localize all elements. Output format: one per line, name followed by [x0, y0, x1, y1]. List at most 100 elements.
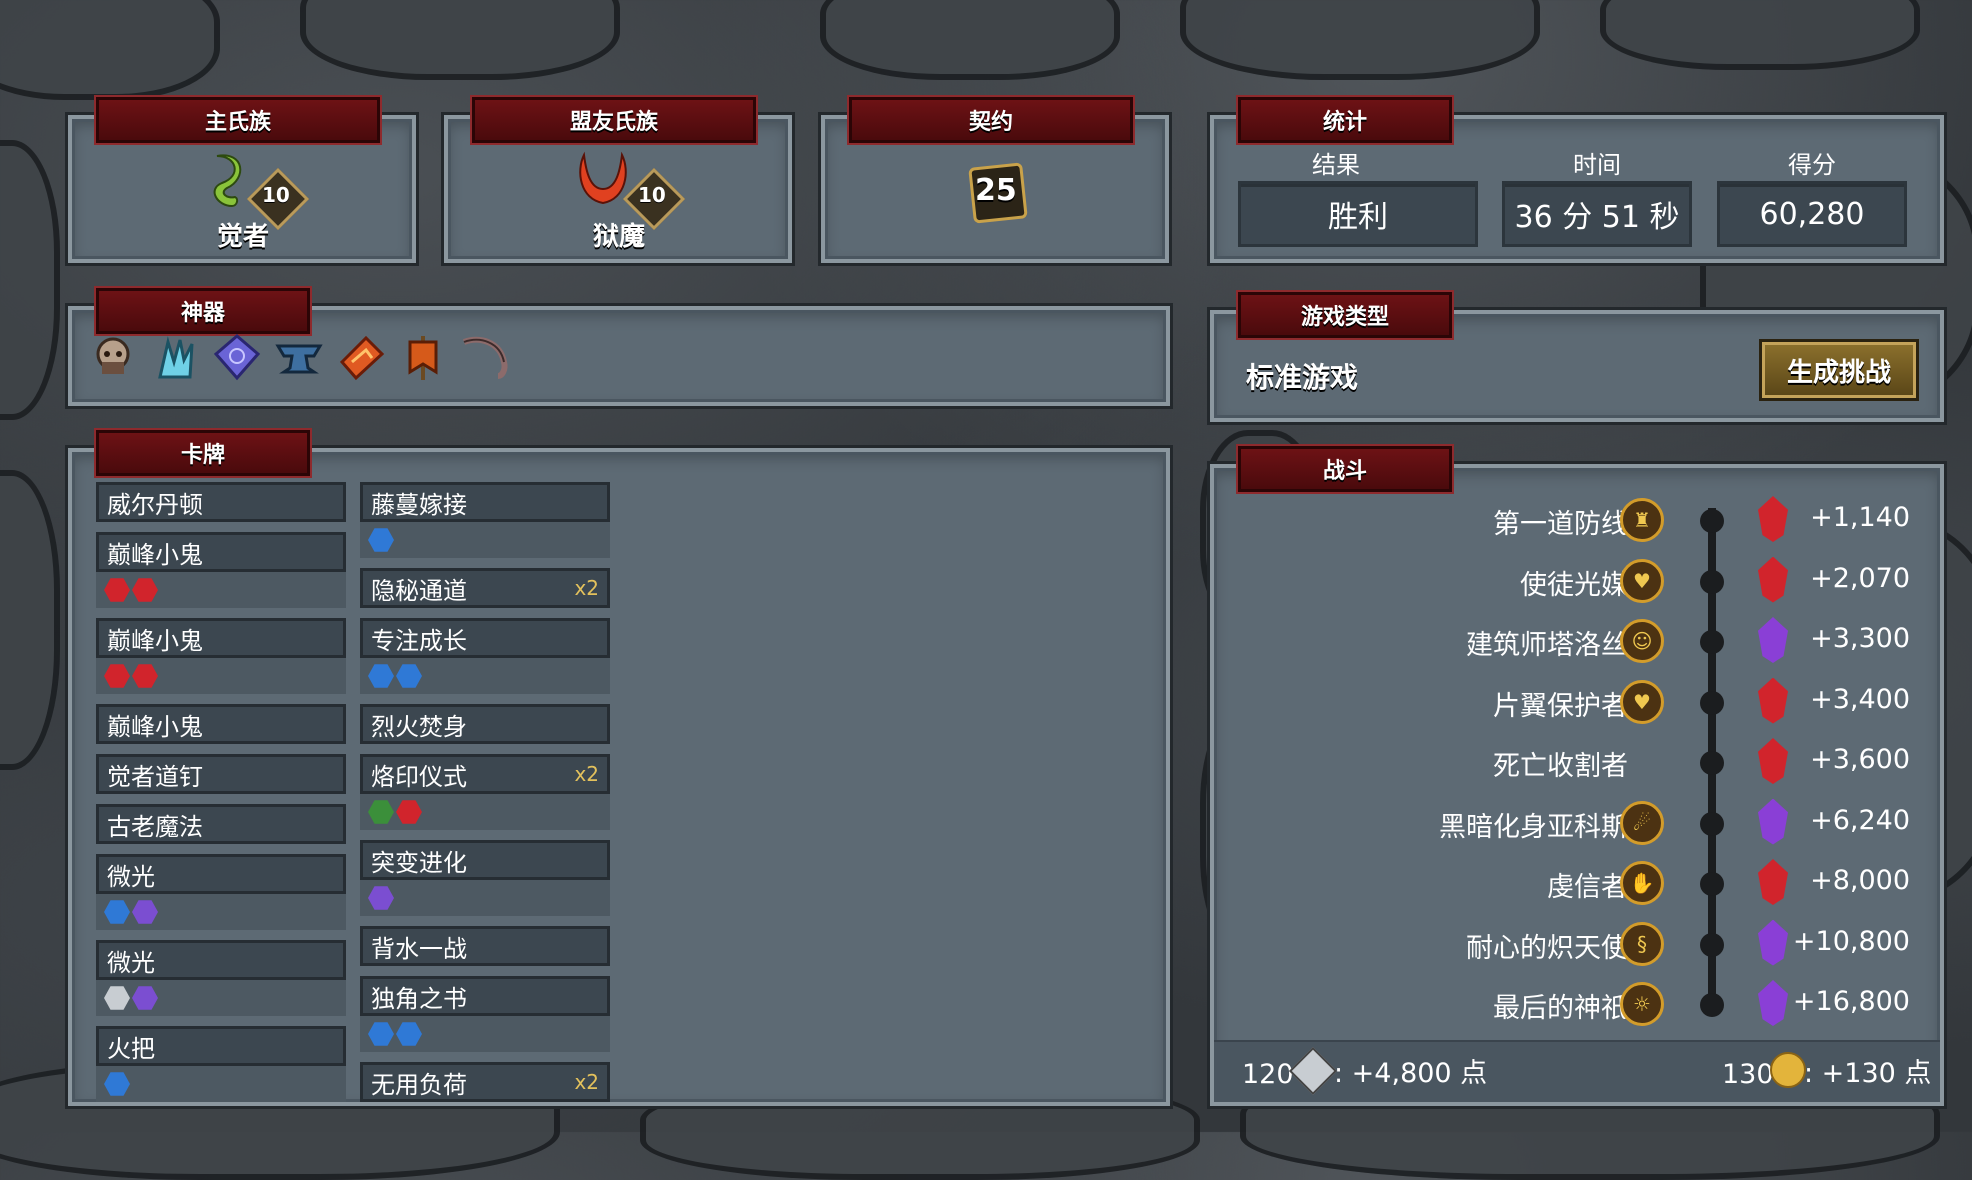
card-name: 古老魔法 — [96, 804, 346, 844]
bone-whip-icon[interactable] — [460, 332, 510, 382]
card-name-text: 巅峰小鬼 — [107, 540, 203, 569]
upgrade-icon — [396, 1022, 422, 1046]
stat-header-time: 时间 — [1573, 151, 1621, 179]
awoken-clan-icon — [213, 154, 242, 208]
card-upgrades — [96, 658, 346, 694]
deck-card[interactable]: 突变进化 — [360, 840, 610, 916]
card-upgrades — [96, 980, 346, 1016]
card-name-text: 独角之书 — [371, 984, 467, 1013]
frost-claw-icon[interactable] — [150, 332, 200, 382]
card-name: 独角之书 — [360, 976, 610, 1016]
deck-card[interactable]: 巅峰小鬼 — [96, 704, 346, 744]
skull-gem-icon — [1758, 677, 1788, 724]
upgrade-icon — [368, 664, 394, 688]
card-name: 微光 — [96, 854, 346, 894]
battle-score: +3,400 — [1810, 683, 1910, 715]
allied-clan-level: 10 — [638, 183, 666, 207]
deck-card[interactable]: 觉者道钉 — [96, 754, 346, 794]
sun-icon: ☼ — [1620, 982, 1664, 1026]
upgrade-icon — [396, 664, 422, 688]
stat-result: 胜利 — [1238, 181, 1478, 247]
deck-card[interactable]: 独角之书 — [360, 976, 610, 1052]
upgrade-icon — [368, 528, 394, 552]
battle-name: 第一道防线 — [1493, 509, 1628, 540]
deck-card[interactable]: 烙印仪式 x2 — [360, 754, 610, 830]
battle-dot — [1700, 509, 1724, 533]
card-name: 隐秘通道 x2 — [360, 568, 610, 608]
deck-card[interactable]: 藤蔓嫁接 — [360, 482, 610, 558]
battle-dot — [1700, 932, 1724, 957]
card-name-text: 隐秘通道 — [371, 576, 467, 605]
battle-row: 使徒光媒 ♥ +2,070 — [1210, 551, 1910, 611]
deck-card[interactable]: 专注成长 — [360, 618, 610, 694]
deck-card[interactable]: 火把 — [96, 1026, 346, 1102]
card-name: 藤蔓嫁接 — [360, 482, 610, 522]
artifacts-title: 神器 — [94, 286, 312, 336]
deck-card[interactable]: 巅峰小鬼 — [96, 618, 346, 694]
card-name-text: 藤蔓嫁接 — [371, 490, 467, 519]
main-clan-level: 10 — [262, 183, 290, 207]
fire-shard-icon[interactable] — [336, 332, 386, 382]
footer-left-count: 120 — [1242, 1059, 1294, 1090]
footer-right-count: 130 — [1722, 1059, 1774, 1090]
deck-card[interactable]: 微光 — [96, 854, 346, 930]
deck-card[interactable]: 古老魔法 — [96, 804, 346, 844]
skull-helm-icon[interactable] — [88, 332, 138, 382]
bg-stone — [1180, 0, 1540, 80]
card-name-text: 威尔丹顿 — [107, 490, 203, 519]
card-name-text: 烙印仪式 — [371, 762, 467, 791]
card-name: 烙印仪式 x2 — [360, 754, 610, 794]
battle-row: 耐心的炽天使 § +10,800 — [1210, 914, 1910, 974]
card-upgrades — [360, 658, 610, 694]
card-name-text: 古老魔法 — [107, 812, 203, 841]
card-count: x2 — [574, 1070, 599, 1094]
battle-dot — [1700, 993, 1724, 1017]
stat-header-result: 结果 — [1312, 151, 1360, 179]
face-icon: ☺ — [1620, 619, 1664, 663]
upgrade-icon — [396, 800, 422, 824]
game-type-title: 游戏类型 — [1236, 290, 1454, 340]
upgrade-icon — [104, 900, 130, 924]
upgrade-icon — [104, 986, 130, 1010]
deck-card[interactable]: 隐秘通道 x2 — [360, 568, 610, 608]
card-name-text: 觉者道钉 — [107, 762, 203, 791]
battle-row: 死亡收割者 +3,600 — [1210, 732, 1910, 792]
card-name: 专注成长 — [360, 618, 610, 658]
artifacts-panel: 神器 — [68, 286, 1170, 406]
anvil-icon[interactable] — [274, 332, 324, 382]
battle-dot — [1700, 690, 1724, 715]
deck-card[interactable]: 烈火焚身 — [360, 704, 610, 744]
card-upgrades — [360, 1016, 610, 1052]
card-upgrades — [360, 880, 610, 916]
stat-time: 36 分 51 秒 — [1502, 181, 1692, 247]
crystal-rune-icon[interactable] — [212, 332, 262, 382]
card-upgrades — [360, 522, 610, 558]
generate-challenge-button[interactable]: 生成挑战 — [1762, 342, 1916, 398]
flame-icon: ☄ — [1620, 800, 1664, 845]
battle-row: 最后的神祇 ☼ +16,800 — [1210, 974, 1910, 1034]
deck-card[interactable]: 微光 — [96, 940, 346, 1016]
card-name: 微光 — [96, 940, 346, 980]
battle-name: 耐心的炽天使 — [1466, 932, 1628, 964]
deck-card[interactable]: 威尔丹顿 — [96, 482, 346, 522]
battle-dot — [1700, 630, 1724, 654]
covenant-panel: 契约 25 — [821, 95, 1169, 263]
deck-card[interactable]: 巅峰小鬼 — [96, 532, 346, 608]
stat-header-score: 得分 — [1788, 151, 1836, 179]
deck-title: 卡牌 — [94, 428, 312, 478]
deck-card[interactable]: 无用负荷 x2 — [360, 1062, 610, 1102]
battle-row: 建筑师塔洛丝 ☺ +3,300 — [1210, 611, 1910, 671]
battle-score: +6,240 — [1810, 804, 1910, 836]
banner-icon[interactable] — [398, 332, 448, 382]
upgrade-icon — [368, 886, 394, 910]
battle-dot — [1700, 872, 1724, 896]
main-clan-title: 主氏族 — [94, 95, 382, 145]
deck-card[interactable]: 背水一战 — [360, 926, 610, 966]
castle-icon: ♜ — [1620, 498, 1664, 542]
card-name: 巅峰小鬼 — [96, 704, 346, 744]
skull-gem-icon — [1758, 738, 1788, 784]
battle-score: +10,800 — [1792, 925, 1910, 957]
card-name-text: 巅峰小鬼 — [107, 712, 203, 741]
battle-score: +16,800 — [1792, 986, 1910, 1017]
card-name-text: 火把 — [107, 1034, 155, 1063]
